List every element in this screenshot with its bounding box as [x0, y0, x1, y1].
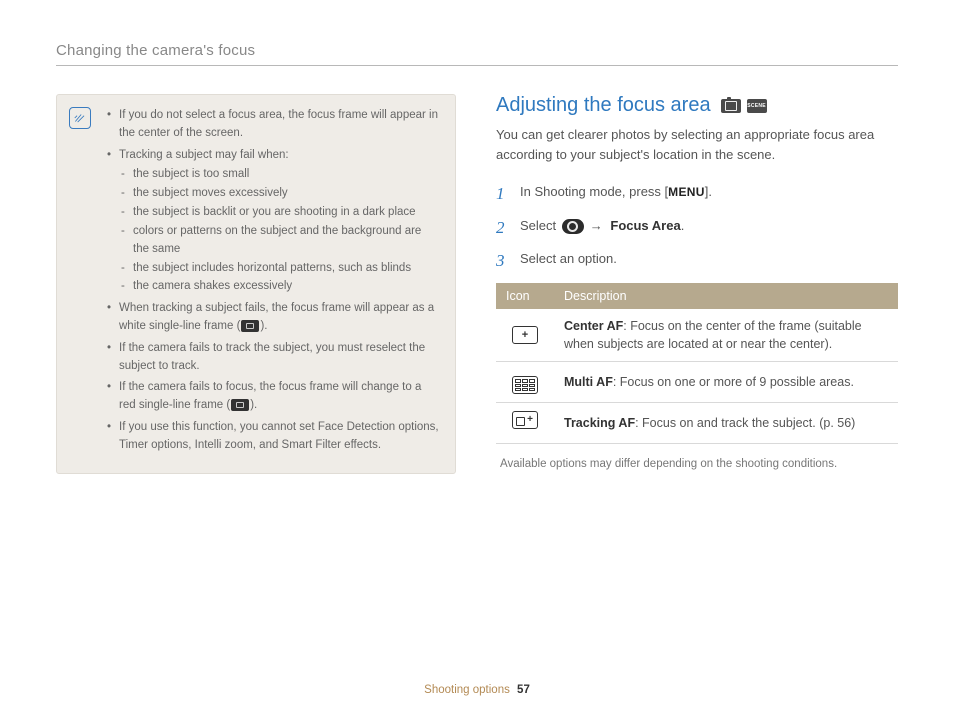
note-subitem: the subject is backlit or you are shooti… [119, 204, 439, 222]
table-header-desc: Description [554, 283, 898, 309]
table-row: Tracking AF: Focus on and track the subj… [496, 403, 898, 443]
step-text: Select [520, 218, 560, 233]
tracking-af-icon [512, 411, 538, 429]
row-title: Tracking AF [564, 416, 635, 430]
step-1: In Shooting mode, press [MENU]. [496, 182, 898, 202]
note-item: If the camera fails to focus, the focus … [107, 379, 439, 415]
step-text: . [681, 218, 685, 233]
note-box: If you do not select a focus area, the f… [56, 94, 456, 474]
note-subitem: the subject includes horizontal patterns… [119, 260, 439, 278]
row-desc: : Focus on one or more of 9 possible are… [613, 375, 854, 389]
note-subitem: the camera shakes excessively [119, 278, 439, 296]
menu-button-label: MENU [668, 185, 705, 199]
focus-area-label: Focus Area [610, 218, 680, 233]
page-header: Changing the camera's focus [56, 42, 898, 66]
note-text: If you use this function, you cannot set… [119, 421, 439, 451]
table-row: Center AF: Focus on the center of the fr… [496, 309, 898, 362]
center-af-icon [512, 326, 538, 344]
camera-mode-icon [721, 99, 741, 113]
frame-white-icon [241, 320, 259, 332]
step-2: Select → Focus Area. [496, 216, 898, 236]
note-text: Tracking a subject may fail when: [119, 149, 289, 161]
row-desc: : Focus on and track the subject. (p. 56… [635, 416, 855, 430]
options-footnote: Available options may differ depending o… [496, 458, 898, 470]
note-item: If you do not select a focus area, the f… [107, 107, 439, 143]
page-number: 57 [517, 684, 530, 696]
note-item: When tracking a subject fails, the focus… [107, 300, 439, 336]
step-3: Select an option. [496, 249, 898, 269]
arrow-icon: → [590, 216, 603, 236]
note-item: Tracking a subject may fail when: the su… [107, 147, 439, 297]
section-title-text: Adjusting the focus area [496, 94, 711, 117]
note-icon [69, 107, 91, 129]
note-text: ). [250, 399, 257, 411]
step-text: In Shooting mode, press [ [520, 184, 668, 199]
note-text: If the camera fails to track the subject… [119, 342, 425, 372]
note-text: ). [260, 320, 267, 332]
section-intro: You can get clearer photos by selecting … [496, 125, 898, 164]
options-table: Icon Description Center AF: Focus on the… [496, 283, 898, 444]
note-text: If the camera fails to focus, the focus … [119, 381, 421, 411]
note-item: If the camera fails to track the subject… [107, 340, 439, 376]
frame-red-icon [231, 399, 249, 411]
row-title: Multi AF [564, 375, 613, 389]
note-item: If you use this function, you cannot set… [107, 419, 439, 455]
section-title: Adjusting the focus area SCENE [496, 94, 898, 117]
row-title: Center AF [564, 319, 623, 333]
table-header-icon: Icon [496, 283, 554, 309]
note-text: When tracking a subject fails, the focus… [119, 302, 434, 332]
mode-icons: SCENE [721, 99, 767, 113]
camera-chip-icon [562, 219, 584, 234]
page-footer: Shooting options 57 [0, 684, 954, 696]
chapter-label: Shooting options [424, 684, 510, 696]
note-text: If you do not select a focus area, the f… [119, 109, 438, 139]
step-text: ]. [705, 184, 712, 199]
multi-af-icon [512, 376, 538, 394]
scene-mode-icon: SCENE [747, 99, 767, 113]
note-subitem: the subject is too small [119, 166, 439, 184]
table-row: Multi AF: Focus on one or more of 9 poss… [496, 361, 898, 403]
note-subitem: colors or patterns on the subject and th… [119, 223, 439, 259]
note-subitem: the subject moves excessively [119, 185, 439, 203]
